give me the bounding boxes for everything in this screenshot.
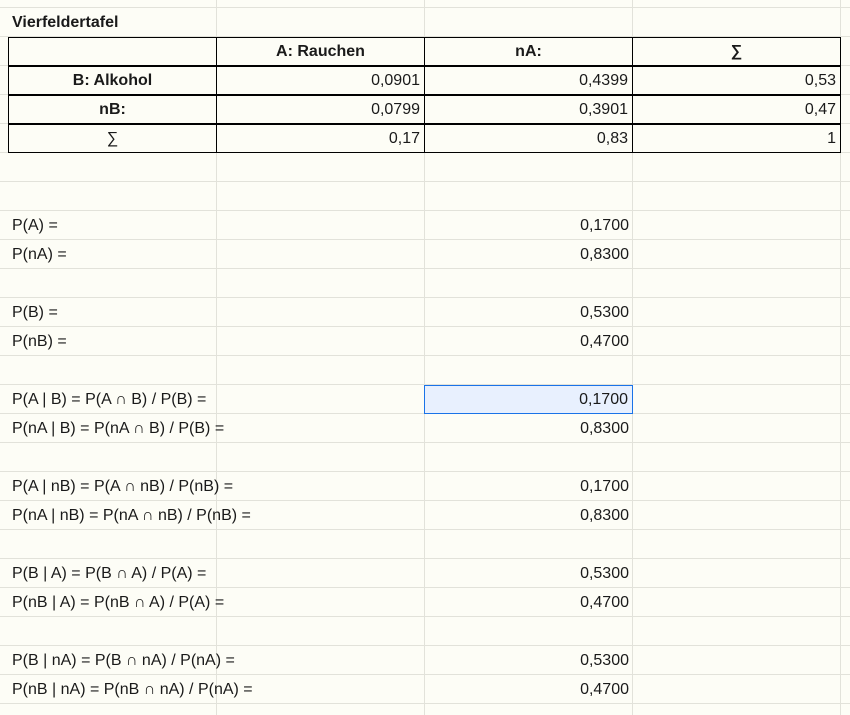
header-sum[interactable]: ∑ [632,37,841,66]
cell-sum-a[interactable]: 0,17 [216,124,425,153]
row-label-sum[interactable]: ∑ [8,124,217,153]
prob-label-p-a-given-nb[interactable]: P(A | nB) = P(A ∩ nB) / P(nB) = [8,472,424,501]
cell-na-and-nb[interactable]: 0,3901 [424,95,633,124]
prob-value-p-b-given-a[interactable]: 0,5300 [424,559,633,588]
row-label-b-alkohol[interactable]: B: Alkohol [8,66,217,95]
prob-value-p-a-given-b-selected[interactable]: 0,1700 [424,385,633,414]
prob-value-p-b[interactable]: 0,5300 [424,298,633,327]
prob-value-p-nb[interactable]: 0,4700 [424,327,633,356]
header-na[interactable]: nA: [424,37,633,66]
prob-label-p-na-given-nb[interactable]: P(nA | nB) = P(nA ∩ nB) / P(nB) = [8,501,424,530]
prob-label-p-b-given-a[interactable]: P(B | A) = P(B ∩ A) / P(A) = [8,559,424,588]
row-label-nb[interactable]: nB: [8,95,217,124]
prob-value-p-nb-given-na[interactable]: 0,4700 [424,675,633,704]
prob-value-p-na[interactable]: 0,8300 [424,240,633,269]
prob-label-p-nb-given-a[interactable]: P(nB | A) = P(nB ∩ A) / P(A) = [8,588,424,617]
table-corner-cell[interactable] [8,37,217,66]
prob-label-p-nb[interactable]: P(nB) = [8,327,424,356]
prob-label-p-na-given-b[interactable]: P(nA | B) = P(nA ∩ B) / P(B) = [8,414,424,443]
sheet-title[interactable]: Vierfeldertafel [8,8,308,37]
prob-value-p-nb-given-a[interactable]: 0,4700 [424,588,633,617]
prob-value-p-na-given-b[interactable]: 0,8300 [424,414,633,443]
prob-label-p-na[interactable]: P(nA) = [8,240,424,269]
prob-label-p-a[interactable]: P(A) = [8,211,424,240]
prob-value-p-a-given-nb[interactable]: 0,1700 [424,472,633,501]
header-a-rauchen[interactable]: A: Rauchen [216,37,425,66]
cell-sum-nb[interactable]: 0,47 [632,95,841,124]
prob-label-p-b[interactable]: P(B) = [8,298,424,327]
prob-value-p-na-given-nb[interactable]: 0,8300 [424,501,633,530]
cell-na-and-b[interactable]: 0,4399 [424,66,633,95]
prob-label-p-b-given-na[interactable]: P(B | nA) = P(B ∩ nA) / P(nA) = [8,646,424,675]
prob-value-p-b-given-na[interactable]: 0,5300 [424,646,633,675]
cell-sum-na[interactable]: 0,83 [424,124,633,153]
cell-sum-b[interactable]: 0,53 [632,66,841,95]
prob-label-p-a-given-b[interactable]: P(A | B) = P(A ∩ B) / P(B) = [8,385,424,414]
prob-label-p-nb-given-na[interactable]: P(nB | nA) = P(nB ∩ nA) / P(nA) = [8,675,424,704]
prob-value-p-a[interactable]: 0,1700 [424,211,633,240]
cell-total[interactable]: 1 [632,124,841,153]
cell-a-and-b[interactable]: 0,0901 [216,66,425,95]
cell-a-and-nb[interactable]: 0,0799 [216,95,425,124]
